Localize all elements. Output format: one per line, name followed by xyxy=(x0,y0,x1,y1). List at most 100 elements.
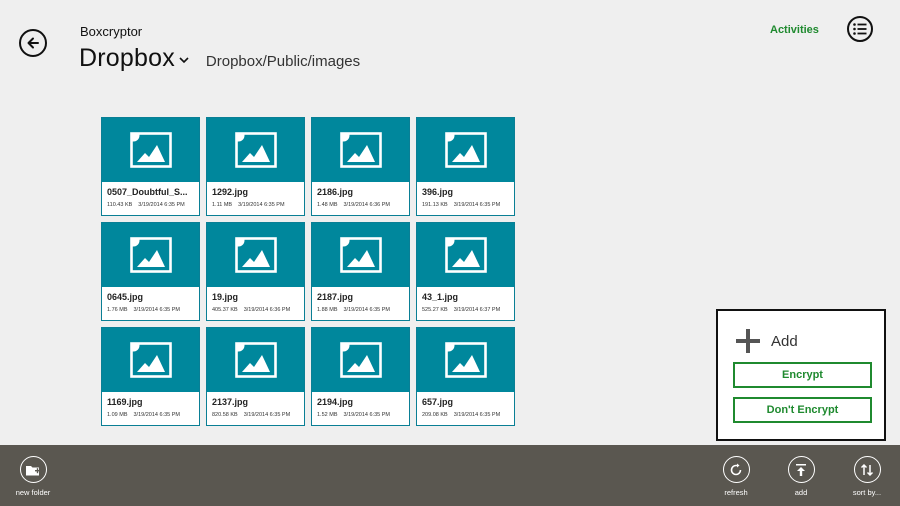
file-name: 2186.jpg xyxy=(317,187,354,197)
file-size: 110.43 KB xyxy=(107,202,133,208)
file-thumbnail xyxy=(312,328,409,392)
file-size: 209.08 KB xyxy=(422,412,448,418)
file-size: 405.37 KB xyxy=(212,307,238,313)
image-placeholder-icon xyxy=(129,132,172,168)
file-tile[interactable]: 396.jpg 191.13 KB 3/19/2014 6:35 PM xyxy=(416,117,515,216)
image-placeholder-icon xyxy=(444,237,487,273)
refresh-icon xyxy=(730,463,742,475)
file-date: 3/19/2014 6:35 PM xyxy=(453,202,501,208)
list-menu-icon xyxy=(853,23,867,35)
new-folder-icon xyxy=(26,465,40,475)
back-button[interactable] xyxy=(19,29,47,57)
file-size: 191.13 KB xyxy=(422,202,448,208)
file-thumbnail xyxy=(417,328,514,392)
file-date: 3/19/2014 6:35 PM xyxy=(243,412,291,418)
file-thumbnail xyxy=(207,223,304,287)
file-size: 525.27 KB xyxy=(422,307,448,313)
file-thumbnail xyxy=(207,328,304,392)
file-size: 820.58 KB xyxy=(212,412,238,418)
file-date: 3/19/2014 6:35 PM xyxy=(133,412,180,418)
encrypt-button[interactable]: Encrypt xyxy=(733,362,872,388)
activities-link[interactable]: Activities xyxy=(770,24,819,36)
file-size: 1.76 MB xyxy=(107,307,128,313)
file-name: 19.jpg xyxy=(212,292,239,302)
image-placeholder-icon xyxy=(339,132,382,168)
file-size: 1.09 MB xyxy=(107,412,128,418)
add-flyout-title: Add xyxy=(771,332,798,350)
menu-button[interactable] xyxy=(847,16,873,42)
file-name: 1169.jpg xyxy=(107,397,143,407)
file-thumbnail xyxy=(102,223,199,287)
file-date: 3/19/2014 6:35 PM xyxy=(453,412,501,418)
add-flyout: Add Encrypt Don't Encrypt xyxy=(716,309,886,441)
file-date: 3/19/2014 6:35 PM xyxy=(238,202,285,208)
file-name: 2137.jpg xyxy=(212,397,249,407)
file-name: 2194.jpg xyxy=(317,397,354,407)
file-name: 396.jpg xyxy=(422,187,454,197)
app-bar: new folder refresh add sort by... xyxy=(0,445,900,506)
file-name: 43_1.jpg xyxy=(422,292,459,302)
file-date: 3/19/2014 6:35 PM xyxy=(138,202,185,208)
chevron-down-icon[interactable] xyxy=(178,54,190,66)
file-name: 2187.jpg xyxy=(317,292,354,302)
image-placeholder-icon xyxy=(339,342,382,378)
file-tile[interactable]: 657.jpg 209.08 KB 3/19/2014 6:35 PM xyxy=(416,327,515,426)
add-label: add xyxy=(794,488,808,497)
location-dropdown[interactable]: Dropbox xyxy=(79,44,175,73)
file-tile[interactable]: 43_1.jpg 525.27 KB 3/19/2014 6:37 PM xyxy=(416,222,515,321)
upload-icon xyxy=(796,463,806,476)
file-size: 1.11 MB xyxy=(212,202,233,208)
file-name: 1292.jpg xyxy=(212,187,249,197)
file-date: 3/19/2014 6:35 PM xyxy=(343,307,390,313)
new-folder-label: new folder xyxy=(15,488,51,497)
image-placeholder-icon xyxy=(444,342,487,378)
image-placeholder-icon xyxy=(234,132,277,168)
image-placeholder-icon xyxy=(129,342,172,378)
file-tile[interactable]: 1292.jpg 1.11 MB 3/19/2014 6:35 PM xyxy=(206,117,305,216)
dont-encrypt-button[interactable]: Don't Encrypt xyxy=(733,397,872,423)
back-arrow-icon xyxy=(27,37,39,49)
file-tile[interactable]: 0645.jpg 1.76 MB 3/19/2014 6:35 PM xyxy=(101,222,200,321)
image-placeholder-icon xyxy=(234,342,277,378)
file-thumbnail xyxy=(102,328,199,392)
file-tile[interactable]: 2187.jpg 1.88 MB 3/19/2014 6:35 PM xyxy=(311,222,410,321)
file-tile[interactable]: 2137.jpg 820.58 KB 3/19/2014 6:35 PM xyxy=(206,327,305,426)
file-tile[interactable]: 1169.jpg 1.09 MB 3/19/2014 6:35 PM xyxy=(101,327,200,426)
file-thumbnail xyxy=(207,118,304,182)
refresh-button[interactable]: refresh xyxy=(706,456,766,497)
file-date: 3/19/2014 6:36 PM xyxy=(243,307,291,313)
image-placeholder-icon xyxy=(339,237,382,273)
file-size: 1.88 MB xyxy=(317,307,338,313)
file-thumbnail xyxy=(312,118,409,182)
sort-button[interactable]: sort by... xyxy=(837,456,897,497)
file-tile[interactable]: 19.jpg 405.37 KB 3/19/2014 6:36 PM xyxy=(206,222,305,321)
file-tile[interactable]: 2186.jpg 1.48 MB 3/19/2014 6:36 PM xyxy=(311,117,410,216)
file-thumbnail xyxy=(102,118,199,182)
file-tile[interactable]: 0507_Doubtful_S... 110.43 KB 3/19/2014 6… xyxy=(101,117,200,216)
file-thumbnail xyxy=(417,223,514,287)
image-placeholder-icon xyxy=(234,237,277,273)
file-tile[interactable]: 2194.jpg 1.52 MB 3/19/2014 6:35 PM xyxy=(311,327,410,426)
file-date: 3/19/2014 6:35 PM xyxy=(343,412,390,418)
file-date: 3/19/2014 6:37 PM xyxy=(453,307,501,313)
add-button[interactable]: add xyxy=(771,456,831,497)
file-name: 0507_Doubtful_S... xyxy=(107,187,188,197)
location-header: Dropbox Dropbox/Public/images xyxy=(79,44,360,73)
image-placeholder-icon xyxy=(444,132,487,168)
file-name: 657.jpg xyxy=(422,397,454,407)
sort-icon xyxy=(860,463,874,476)
file-grid: 0507_Doubtful_S... 110.43 KB 3/19/2014 6… xyxy=(101,117,515,426)
file-thumbnail xyxy=(312,223,409,287)
file-name: 0645.jpg xyxy=(107,292,144,302)
new-folder-button[interactable]: new folder xyxy=(3,456,63,497)
sort-label: sort by... xyxy=(852,488,882,497)
file-date: 3/19/2014 6:36 PM xyxy=(343,202,390,208)
app-name: Boxcryptor xyxy=(80,24,143,39)
file-size: 1.48 MB xyxy=(317,202,338,208)
file-date: 3/19/2014 6:35 PM xyxy=(133,307,180,313)
file-thumbnail xyxy=(417,118,514,182)
breadcrumb-path: Dropbox/Public/images xyxy=(205,53,361,70)
refresh-label: refresh xyxy=(724,488,748,497)
file-size: 1.52 MB xyxy=(317,412,338,418)
image-placeholder-icon xyxy=(129,237,172,273)
